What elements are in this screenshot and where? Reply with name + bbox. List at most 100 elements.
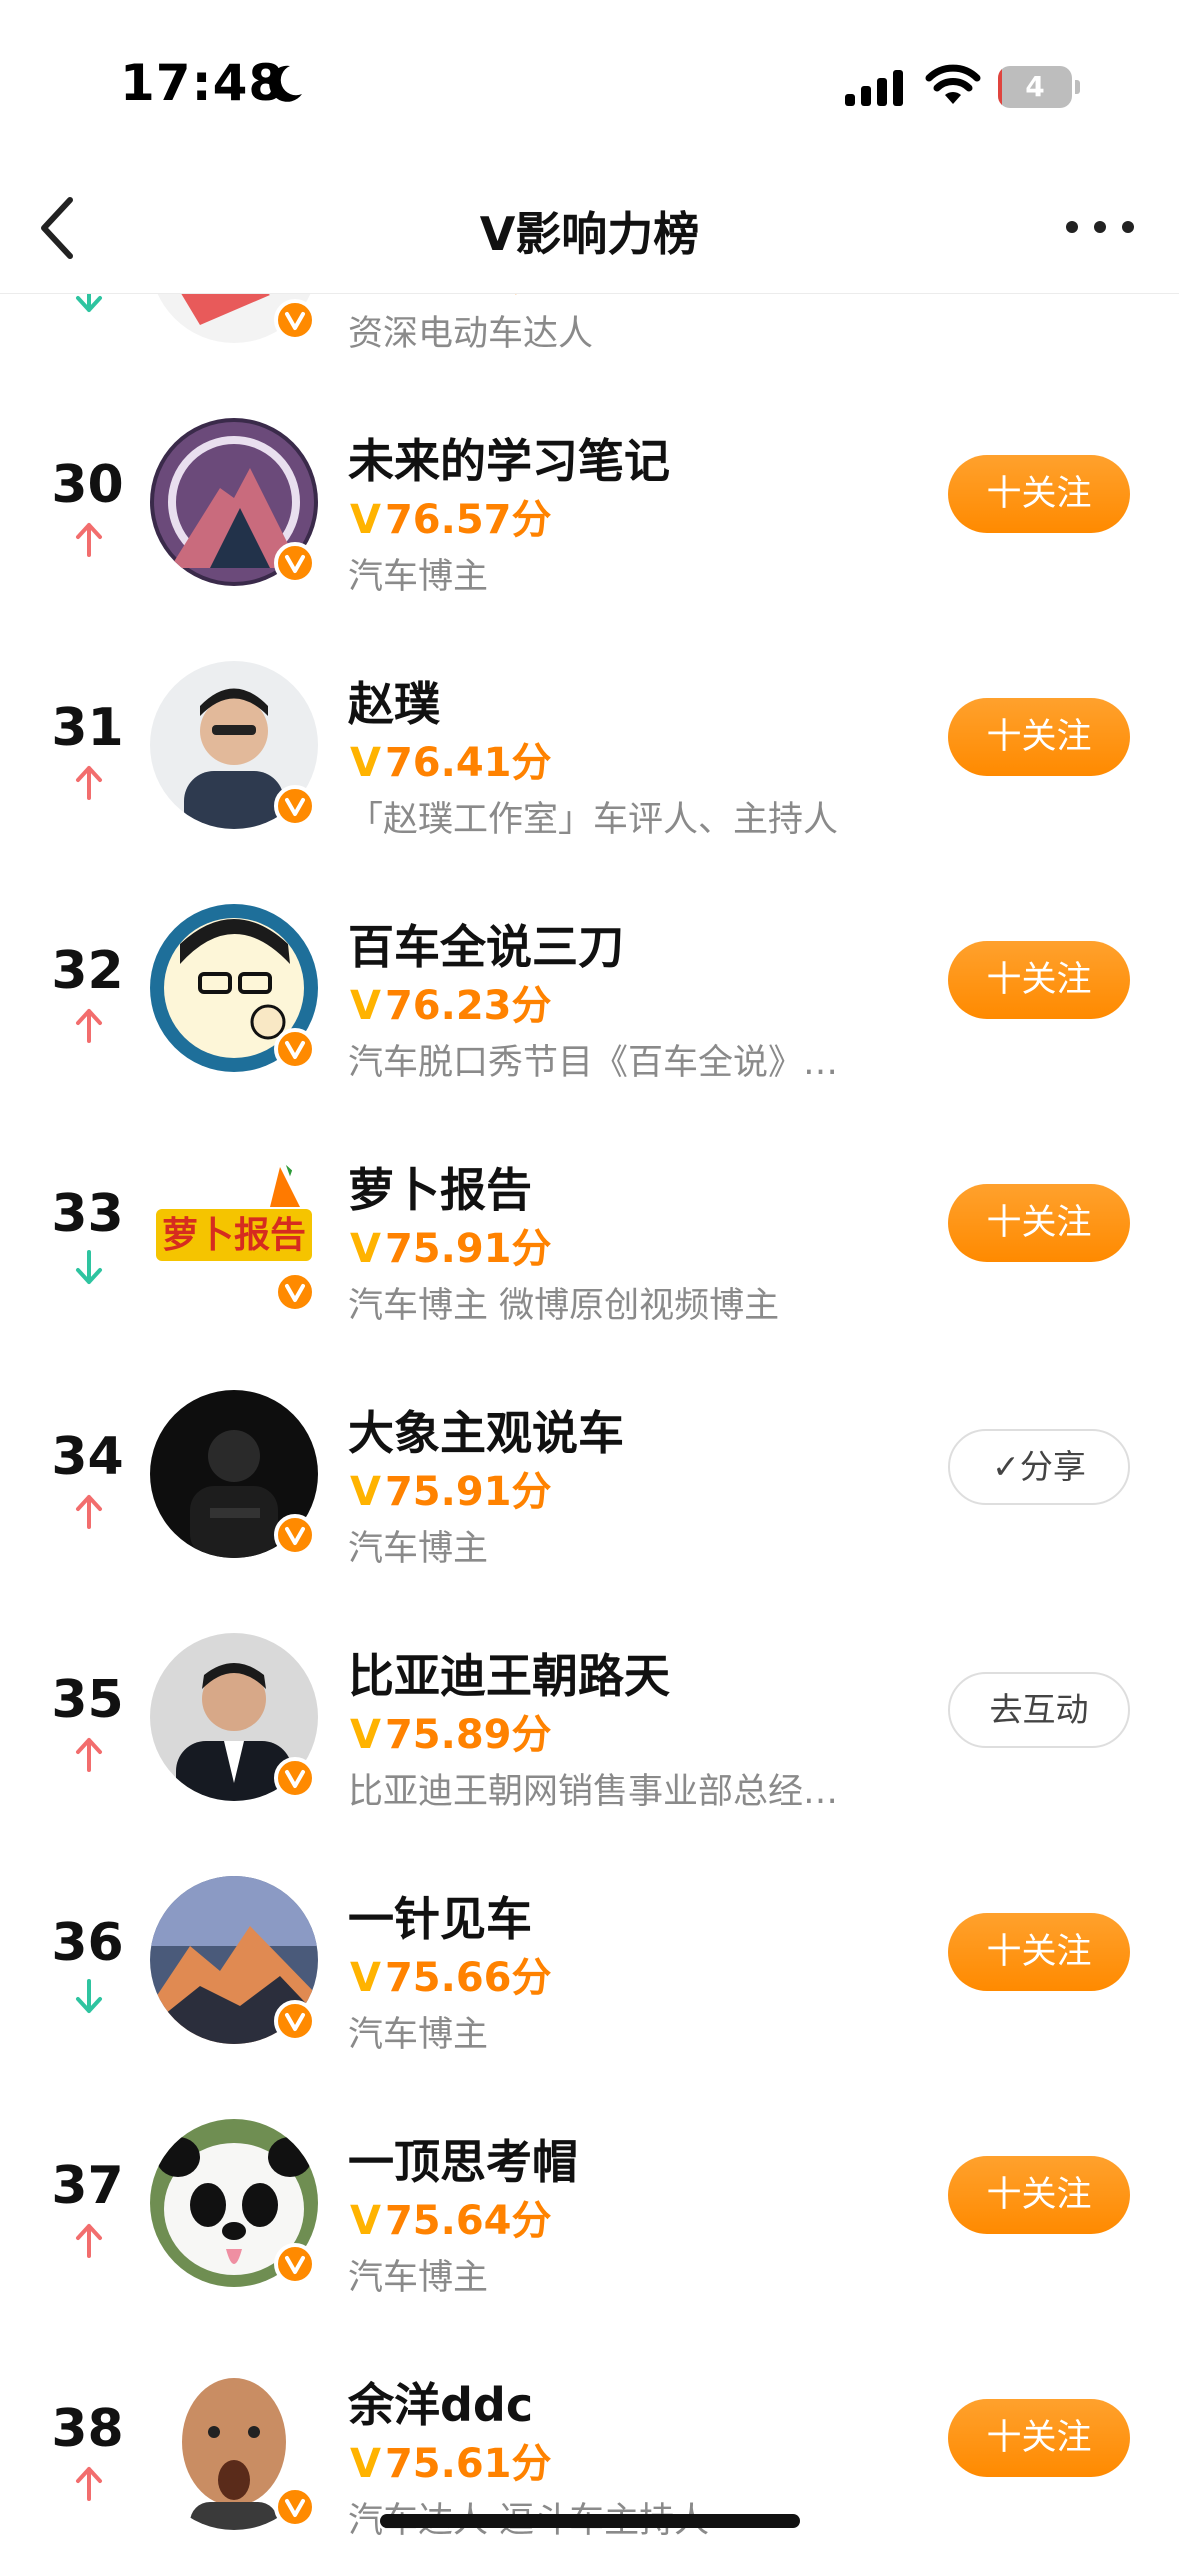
- user-name[interactable]: 赵璞: [348, 668, 440, 734]
- home-indicator: [380, 2514, 800, 2528]
- user-description: 比亚迪王朝网销售事业部总经…: [348, 1772, 839, 1812]
- score-value: 76.57分: [384, 497, 552, 543]
- trend-down-icon: [76, 1979, 102, 2013]
- v-mark-icon: V: [350, 983, 381, 1029]
- list-item[interactable]: 37 一顶思考帽 V 75.64分 汽车博主 十关注: [0, 2056, 1179, 2299]
- app-screen: 17:48 4 V影响力榜 资深电动车达人 30 未来的学习笔记 V 76.57…: [0, 0, 1179, 2556]
- score-value: 75.89分: [384, 1712, 552, 1758]
- influence-score: V 76.41分: [350, 730, 552, 788]
- user-description: 汽车博主 微博原创视频博主: [348, 1286, 780, 1326]
- rank-number: 36: [51, 1913, 124, 1973]
- trend-up-icon: [76, 1495, 102, 1529]
- follow-button[interactable]: 十关注: [948, 2399, 1130, 2477]
- v-mark-icon: V: [350, 1955, 381, 2001]
- trend-up-icon: [76, 766, 102, 800]
- user-name[interactable]: 萝卜报告: [348, 1154, 532, 1220]
- user-description: 资深电动车达人: [348, 314, 594, 354]
- score-value: 75.66分: [384, 1955, 552, 2001]
- follow-button[interactable]: 十关注: [948, 455, 1130, 533]
- score-value: 75.64分: [384, 2198, 552, 2244]
- rank-number: 34: [51, 1427, 124, 1487]
- wifi-icon: [925, 64, 981, 104]
- share-button[interactable]: ✓分享: [948, 1429, 1130, 1505]
- more-options-icon[interactable]: [1060, 202, 1140, 252]
- v-mark-icon: V: [350, 740, 381, 786]
- trend-up-icon: [76, 1009, 102, 1043]
- moon-icon: [269, 65, 302, 102]
- trend-up-icon: [76, 1738, 102, 1772]
- user-name[interactable]: 大象主观说车: [348, 1397, 624, 1463]
- score-value: 76.23分: [384, 983, 552, 1029]
- influence-score: V 75.89分: [350, 1702, 552, 1760]
- trend-up-icon: [76, 2224, 102, 2258]
- v-mark-icon: V: [350, 294, 381, 300]
- influence-score: V76.57分: [350, 294, 552, 302]
- list-item[interactable]: 30 未来的学习笔记 V 76.57分 汽车博主 十关注: [0, 355, 1179, 598]
- influence-score: V 75.91分: [350, 1459, 552, 1517]
- trend-up-icon: [76, 2467, 102, 2501]
- influence-score: V76.57分: [350, 487, 552, 545]
- user-name[interactable]: 百车全说三刀: [348, 911, 624, 977]
- verified-badge-icon: [274, 1028, 316, 1070]
- influence-score: V 75.61分: [350, 2431, 552, 2489]
- avatar-logo-text: LOBO REPORT: [150, 1147, 151, 1148]
- follow-button[interactable]: 十关注: [948, 941, 1130, 1019]
- nav-bar: V影响力榜: [0, 160, 1179, 294]
- user-name[interactable]: 一针见车: [348, 1883, 532, 1949]
- influence-score: V 75.91分: [350, 1216, 552, 1274]
- user-name[interactable]: 未来的学习笔记: [348, 425, 670, 491]
- influence-score: V 75.64分: [350, 2188, 552, 2246]
- v-mark-icon: V: [350, 1712, 381, 1758]
- influence-score: V 76.23分: [350, 973, 552, 1031]
- follow-button[interactable]: 十关注: [948, 698, 1130, 776]
- v-mark-icon: V: [350, 1469, 381, 1515]
- user-description: 汽车博主: [348, 2258, 489, 2298]
- follow-button[interactable]: 十关注: [948, 1184, 1130, 1262]
- battery-cap: [1075, 80, 1080, 94]
- user-name[interactable]: 余洋ddc: [348, 2369, 533, 2435]
- verified-badge-icon: [274, 785, 316, 827]
- verified-badge-icon: [274, 299, 316, 341]
- svg-text:萝卜报告: 萝卜报告: [162, 1215, 306, 1256]
- verified-badge-icon: [274, 2000, 316, 2042]
- user-description: 汽车博主: [348, 2015, 489, 2055]
- list-item[interactable]: 33萝卜报告LOBO REPORT萝卜报告V75.91分汽车博主 微博原创视频博…: [0, 1084, 1179, 1327]
- rank-number: 33: [51, 1184, 124, 1244]
- verified-badge-icon: [274, 542, 316, 584]
- score-value: 75.61分: [384, 2441, 552, 2487]
- list-item[interactable]: 36 一针见车 V 75.66分 汽车博主 十关注: [0, 1813, 1179, 2056]
- list-item[interactable]: 29V76.57分资深电动车达人十关注: [0, 294, 1179, 355]
- v-mark-icon: V: [350, 2198, 381, 2244]
- battery-indicator: 4: [998, 66, 1080, 108]
- list-item[interactable]: 38余洋ddcV75.61分汽车达人 逗斗车主持人十关注: [0, 2299, 1179, 2542]
- user-description: 汽车博主: [348, 557, 489, 597]
- list-item[interactable]: 31 赵璞 V 76.41分 「赵璞工作室」车评人、主持人 十关注: [0, 598, 1179, 841]
- status-bar: 17:48 4: [0, 0, 1179, 160]
- trend-down-icon: [76, 294, 102, 312]
- list-item[interactable]: 34 大象主观说车 V 75.91分汽车博主 ✓分享: [0, 1327, 1179, 1570]
- list-item[interactable]: 32 百车全说三刀 V 76.23分 汽车脱口秀节目《百车全说》… 十关注: [0, 841, 1179, 1084]
- rank-number: 37: [51, 2156, 124, 2216]
- trend-up-icon: [76, 523, 102, 557]
- signal-icon: [845, 70, 903, 106]
- rank-number: 38: [51, 2399, 124, 2459]
- interact-button[interactable]: 去互动: [948, 1672, 1130, 1748]
- list-item[interactable]: 35 比亚迪王朝路天 V 75.89分 比亚迪王朝网销售事业部总经… 去互动: [0, 1570, 1179, 1813]
- verified-badge-icon: [274, 2486, 316, 2528]
- score-value: 76.41分: [384, 740, 552, 786]
- rank-number: 32: [51, 941, 124, 1001]
- user-description: 汽车博主: [348, 1529, 489, 1569]
- influence-score: V 75.66分: [350, 1945, 552, 2003]
- follow-button[interactable]: 十关注: [948, 2156, 1130, 2234]
- follow-button[interactable]: 十关注: [948, 1913, 1130, 1991]
- user-description: 「赵璞工作室」车评人、主持人: [348, 800, 839, 840]
- verified-badge-icon: [274, 1757, 316, 1799]
- v-mark-icon: V: [350, 497, 381, 543]
- v-mark-icon: V: [350, 2441, 381, 2487]
- ranking-list[interactable]: 29V76.57分资深电动车达人十关注30未来的学习笔记V76.57分汽车博主十…: [0, 294, 1179, 2556]
- user-name[interactable]: 一顶思考帽: [348, 2126, 578, 2192]
- rank-number: 35: [51, 1670, 124, 1730]
- battery-body: 4: [998, 66, 1072, 108]
- user-name[interactable]: 比亚迪王朝路天: [348, 1640, 670, 1706]
- verified-badge-icon: [274, 1271, 316, 1313]
